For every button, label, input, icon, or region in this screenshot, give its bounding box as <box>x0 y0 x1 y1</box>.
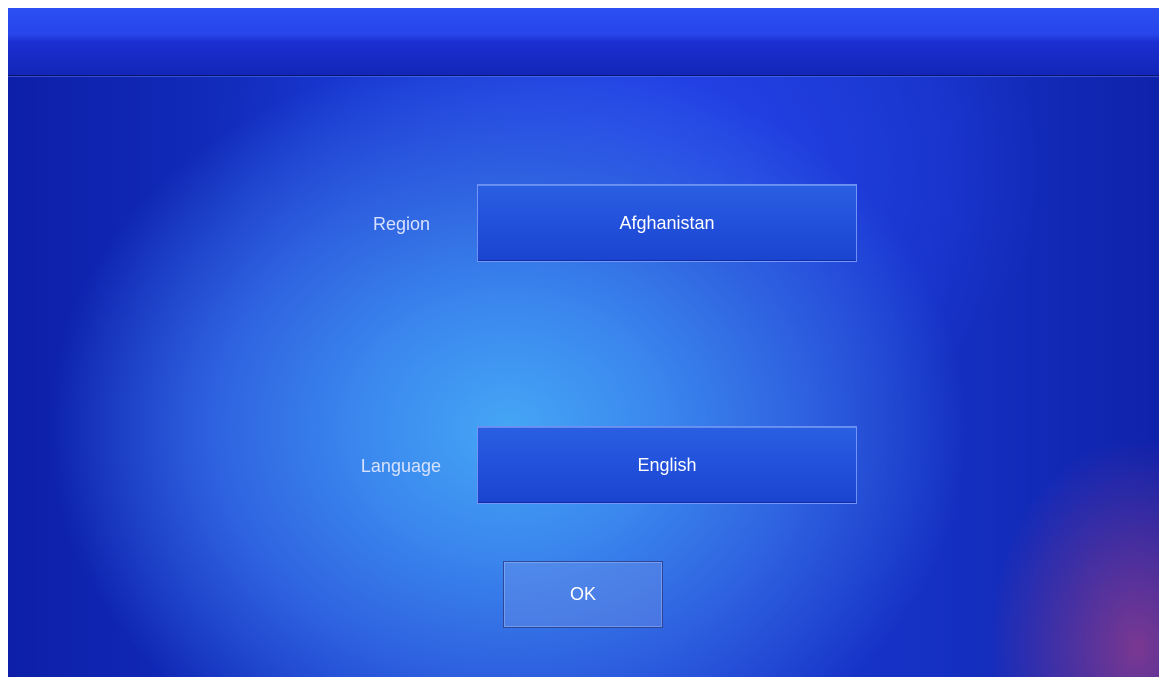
ok-button[interactable]: OK <box>503 561 663 628</box>
language-selector-button[interactable]: English <box>477 426 857 504</box>
region-selector-button[interactable]: Afghanistan <box>477 184 857 262</box>
language-label: Language <box>360 456 441 476</box>
region-label: Region <box>372 214 430 234</box>
header-bar <box>8 8 1159 76</box>
setup-screen: Region Afghanistan Language English OK <box>8 8 1159 677</box>
